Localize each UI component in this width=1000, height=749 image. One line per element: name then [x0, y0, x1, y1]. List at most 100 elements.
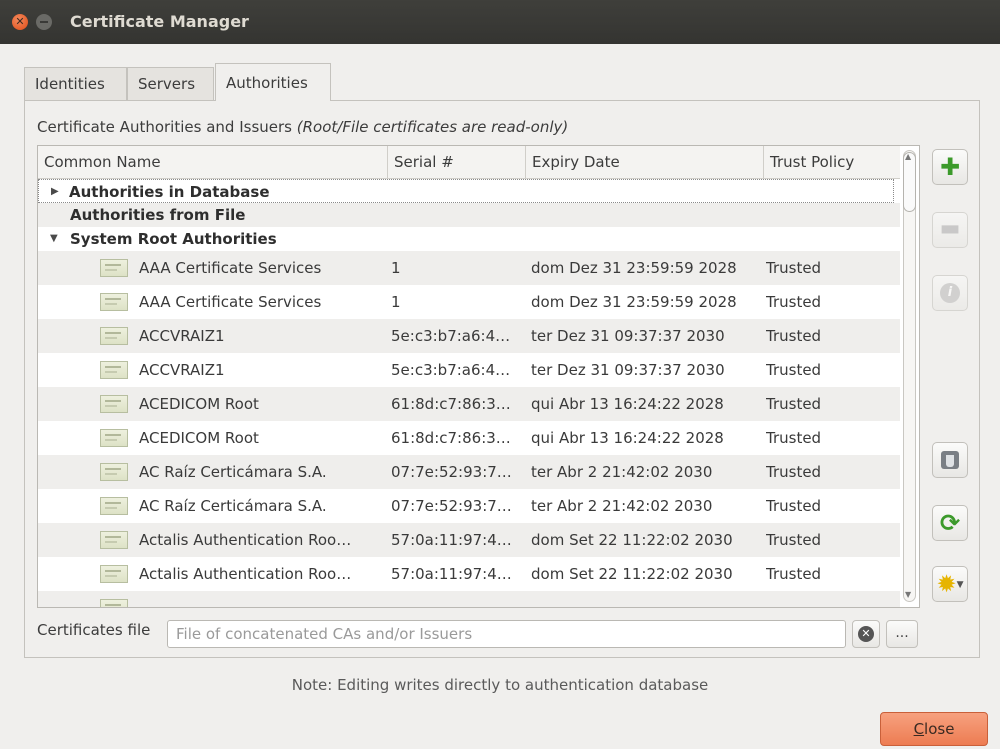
close-button-label: lose [924, 720, 955, 738]
cell-expiry: qui Abr 13 16:24:22 2028 [531, 395, 724, 413]
certificate-icon [100, 361, 128, 379]
authorities-tree[interactable]: Common Name Serial # Expiry Date Trust P… [37, 145, 920, 608]
cell-expiry: qui Abr 13 16:24:22 2028 [531, 429, 724, 447]
cell-expiry: ter Dez 31 09:37:37 2030 [531, 327, 725, 345]
certificate-icon [100, 429, 128, 447]
window-title: Certificate Manager [70, 12, 249, 31]
refresh-button[interactable]: ⟳ [932, 505, 968, 541]
window-minimize-icon[interactable] [36, 14, 52, 30]
cell-trust: Trusted [766, 327, 822, 345]
certificate-icon [100, 599, 128, 607]
table-row[interactable]: AC Raíz Certicámara S.A. 07:7e:52:93:7… … [38, 489, 900, 523]
cell-common-name: ACCVRAIZ1 [139, 361, 225, 379]
cell-trust: Trusted [766, 429, 822, 447]
clear-file-button[interactable]: ✕ [852, 620, 880, 648]
close-button-mnemonic: C [913, 720, 925, 738]
cell-trust: Trusted [766, 395, 822, 413]
editing-note: Note: Editing writes directly to authent… [291, 676, 709, 694]
certificate-icon [100, 293, 128, 311]
scrollbar-thumb[interactable] [903, 152, 916, 212]
cell-serial: 07:7e:52:93:7… [391, 497, 512, 515]
certificate-icon [100, 497, 128, 515]
group-system-root-authorities[interactable]: ▼ System Root Authorities [38, 227, 900, 251]
cell-trust: Trusted [766, 565, 822, 583]
certificate-icon [100, 531, 128, 549]
group-authorities-in-database[interactable]: ▶ Authorities in Database [38, 179, 894, 203]
gear-icon: ✹▼ [936, 570, 964, 598]
vertical-scrollbar[interactable]: ▲ ▼ [900, 146, 919, 607]
utilities-menu-button[interactable]: ✹▼ [932, 566, 968, 602]
cell-serial: 61:8d:c7:86:3… [391, 429, 511, 447]
info-icon: i [940, 283, 960, 303]
table-row[interactable]: AC Raíz Certicámara S.A. 07:7e:52:93:7… … [38, 455, 900, 489]
cell-trust: Trusted [766, 531, 822, 549]
close-button[interactable]: Close [880, 712, 988, 746]
cell-expiry: ter Dez 31 09:37:37 2030 [531, 361, 725, 379]
tab-identities[interactable]: Identities [24, 67, 127, 100]
collapse-arrow-icon[interactable]: ▼ [50, 227, 58, 251]
cell-common-name: AAA Certificate Services [139, 259, 322, 277]
panel-caption-note: (Root/File certificates are read-only) [296, 118, 569, 136]
browse-file-button[interactable]: ... [886, 620, 918, 648]
table-row[interactable]: ACCVRAIZ1 5e:c3:b7:a6:4… ter Dez 31 09:3… [38, 319, 900, 353]
certificate-icon [100, 259, 128, 277]
group-label: Authorities in Database [69, 183, 270, 201]
tree-header: Common Name Serial # Expiry Date Trust P… [38, 146, 900, 179]
column-header-common-name[interactable]: Common Name [38, 146, 388, 178]
info-button[interactable]: i [932, 275, 968, 311]
plus-icon: ✚ [939, 153, 961, 181]
cell-common-name: ACCVRAIZ1 [139, 327, 225, 345]
cell-common-name: AAA Certificate Services [139, 293, 322, 311]
cell-trust: Trusted [766, 293, 822, 311]
tab-authorities[interactable]: Authorities [215, 63, 331, 101]
column-header-trust-policy[interactable]: Trust Policy [764, 146, 900, 178]
scroll-down-icon[interactable]: ▼ [905, 590, 911, 599]
cell-common-name: Actalis Authentication Roo… [139, 565, 352, 583]
add-certificate-button[interactable]: ✚ [932, 149, 968, 185]
expand-arrow-icon[interactable]: ▶ [51, 180, 59, 204]
table-row[interactable]: AAA Certificate Services 1 dom Dez 31 23… [38, 285, 900, 319]
panel-caption: Certificate Authorities and Issuers (Roo… [37, 118, 568, 136]
scrollbar-track[interactable] [903, 150, 916, 602]
cell-expiry: dom Dez 31 23:59:59 2028 [531, 293, 737, 311]
cell-common-name: AC Raíz Certicámara S.A. [139, 497, 327, 515]
cell-expiry: dom Set 22 11:22:02 2030 [531, 531, 733, 549]
cell-serial: 1 [391, 293, 401, 311]
cell-serial: 5e:c3:b7:a6:4… [391, 361, 511, 379]
cell-trust: Trusted [766, 497, 822, 515]
table-row[interactable]: ACEDICOM Root 61:8d:c7:86:3… qui Abr 13 … [38, 387, 900, 421]
certificates-file-input[interactable] [167, 620, 846, 648]
table-row[interactable]: Actalis Authentication Roo… 57:0a:11:97:… [38, 523, 900, 557]
cell-common-name: ACEDICOM Root [139, 395, 259, 413]
column-header-expiry-date[interactable]: Expiry Date [526, 146, 764, 178]
cell-trust: Trusted [766, 463, 822, 481]
refresh-icon: ⟳ [939, 509, 961, 537]
window-close-icon[interactable]: ✕ [12, 14, 28, 30]
remove-certificate-button[interactable]: ▬ [932, 212, 968, 248]
cell-expiry: dom Dez 31 23:59:59 2028 [531, 259, 737, 277]
table-row[interactable]: ACEDICOM Root 61:8d:c7:86:3… qui Abr 13 … [38, 421, 900, 455]
cell-serial: 57:0a:11:97:4… [391, 565, 512, 583]
scroll-up-icon[interactable]: ▲ [905, 152, 911, 161]
cell-serial: 61:8d:c7:86:3… [391, 395, 511, 413]
group-label: Authorities from File [70, 206, 246, 224]
group-authorities-from-file[interactable]: Authorities from File [38, 203, 900, 227]
cell-serial: 57:0a:11:97:4… [391, 531, 512, 549]
table-row[interactable]: Actalis Authentication Roo… 57:0a:11:97:… [38, 557, 900, 591]
title-bar: ✕ Certificate Manager [0, 0, 1000, 44]
certificate-icon [100, 463, 128, 481]
table-row-partial[interactable] [38, 591, 900, 607]
table-row[interactable]: ACCVRAIZ1 5e:c3:b7:a6:4… ter Dez 31 09:3… [38, 353, 900, 387]
cell-common-name: ACEDICOM Root [139, 429, 259, 447]
filter-button[interactable] [932, 442, 968, 478]
tab-servers[interactable]: Servers [127, 67, 214, 100]
cell-trust: Trusted [766, 259, 822, 277]
cell-serial: 5e:c3:b7:a6:4… [391, 327, 511, 345]
table-row[interactable]: AAA Certificate Services 1 dom Dez 31 23… [38, 251, 900, 285]
cell-expiry: ter Abr 2 21:42:02 2030 [531, 463, 713, 481]
certificate-manager-window: ✕ Certificate Manager Identities Servers… [0, 0, 1000, 749]
panel-caption-text: Certificate Authorities and Issuers [37, 118, 297, 136]
column-header-serial[interactable]: Serial # [388, 146, 526, 178]
certificates-file-label: Certificates file [37, 621, 151, 639]
cell-serial: 1 [391, 259, 401, 277]
